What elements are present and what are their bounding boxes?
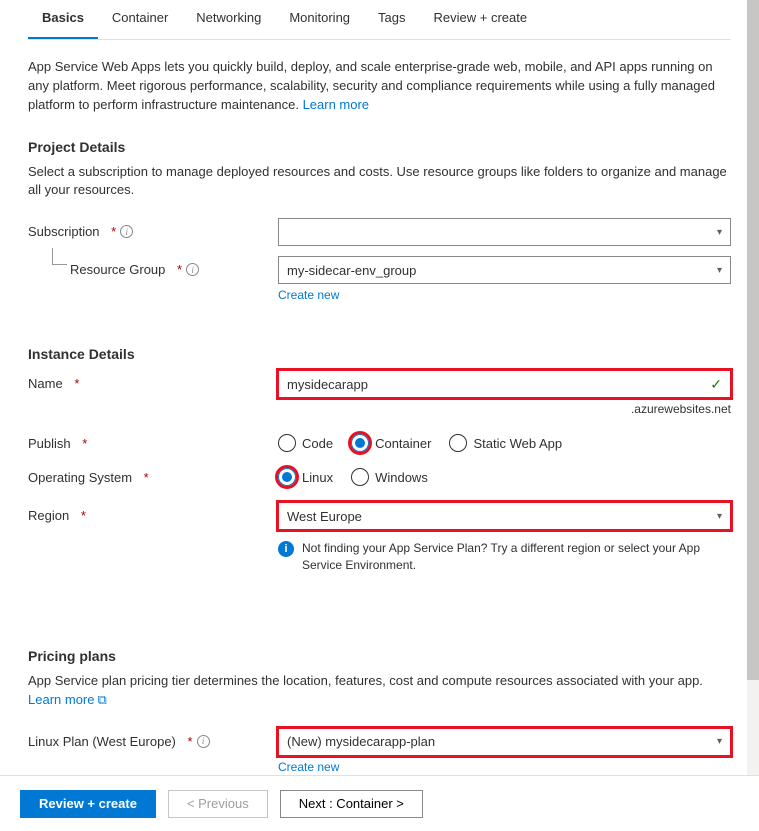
tab-basics[interactable]: Basics <box>28 0 98 39</box>
region-label: Region * <box>28 502 278 523</box>
chevron-down-icon: ▾ <box>717 736 722 747</box>
publish-container-radio[interactable]: Container <box>351 434 431 452</box>
create-new-plan-link[interactable]: Create new <box>278 760 339 774</box>
name-label: Name * <box>28 370 278 391</box>
chevron-down-icon: ▾ <box>717 265 722 276</box>
info-badge-icon: i <box>278 541 294 557</box>
linux-plan-dropdown[interactable]: (New) mysidecarapp-plan ▾ <box>278 728 731 756</box>
next-button[interactable]: Next : Container > <box>280 790 423 818</box>
pricing-learn-more-link[interactable]: Learn more⧉ <box>28 692 107 707</box>
pricing-title: Pricing plans <box>28 648 731 664</box>
wizard-footer: Review + create < Previous Next : Contai… <box>0 775 759 831</box>
domain-suffix: .azurewebsites.net <box>278 402 731 416</box>
resource-group-dropdown[interactable]: my-sidecar-env_group ▾ <box>278 256 731 284</box>
pricing-desc: App Service plan pricing tier determines… <box>28 672 731 710</box>
tab-review[interactable]: Review + create <box>420 0 542 39</box>
previous-button[interactable]: < Previous <box>168 790 268 818</box>
tab-networking[interactable]: Networking <box>182 0 275 39</box>
project-details-title: Project Details <box>28 139 731 155</box>
os-windows-radio[interactable]: Windows <box>351 468 428 486</box>
os-linux-radio[interactable]: Linux <box>278 468 333 486</box>
publish-label: Publish * <box>28 430 278 451</box>
publish-radio-group: Code Container Static Web App <box>278 430 731 452</box>
checkmark-icon: ✓ <box>710 376 722 393</box>
instance-details-title: Instance Details <box>28 346 731 362</box>
chevron-down-icon: ▾ <box>717 227 722 238</box>
scrollbar-thumb[interactable] <box>747 0 759 680</box>
resource-group-label: Resource Group * i <box>28 256 278 277</box>
chevron-down-icon: ▾ <box>717 511 722 522</box>
publish-code-radio[interactable]: Code <box>278 434 333 452</box>
tab-monitoring[interactable]: Monitoring <box>275 0 364 39</box>
info-icon[interactable]: i <box>186 263 199 276</box>
os-label: Operating System * <box>28 464 278 485</box>
publish-swa-radio[interactable]: Static Web App <box>449 434 562 452</box>
info-icon[interactable]: i <box>197 735 210 748</box>
intro-text: App Service Web Apps lets you quickly bu… <box>28 58 731 115</box>
os-radio-group: Linux Windows <box>278 464 731 486</box>
name-input[interactable]: mysidecarapp ✓ <box>278 370 731 398</box>
subscription-label: Subscription * i <box>28 218 278 239</box>
external-link-icon: ⧉ <box>97 692 106 707</box>
scrollbar[interactable] <box>747 0 759 775</box>
learn-more-link[interactable]: Learn more <box>303 97 369 112</box>
info-icon[interactable]: i <box>120 225 133 238</box>
create-new-rg-link[interactable]: Create new <box>278 288 339 302</box>
wizard-tabs: Basics Container Networking Monitoring T… <box>28 0 731 40</box>
linux-plan-label: Linux Plan (West Europe) * i <box>28 728 278 749</box>
region-dropdown[interactable]: West Europe ▾ <box>278 502 731 530</box>
subscription-dropdown[interactable]: ▾ <box>278 218 731 246</box>
region-info-text: Not finding your App Service Plan? Try a… <box>302 540 731 574</box>
review-create-button[interactable]: Review + create <box>20 790 156 818</box>
tab-container[interactable]: Container <box>98 0 182 39</box>
project-details-desc: Select a subscription to manage deployed… <box>28 163 731 201</box>
tab-tags[interactable]: Tags <box>364 0 419 39</box>
